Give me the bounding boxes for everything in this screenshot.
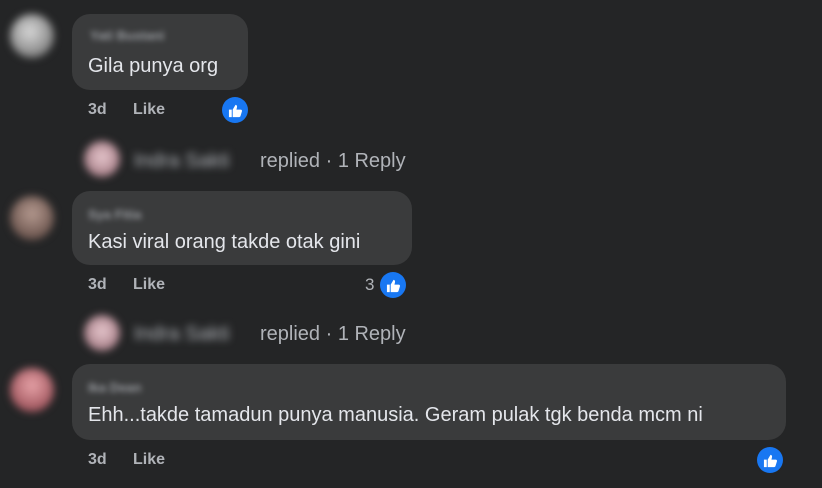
comment-time[interactable]: 3d <box>88 451 107 469</box>
comment-author[interactable]: Ika Dean <box>88 380 141 395</box>
comment-text: Kasi viral orang takde otak gini <box>88 231 361 253</box>
comment-time[interactable]: 3d <box>88 101 107 119</box>
replies-link[interactable]: replied · 1 Reply <box>260 323 406 346</box>
replies-link[interactable]: replied · 1 Reply <box>260 150 406 173</box>
comment-time[interactable]: 3d <box>88 276 107 294</box>
thumbs-up-glyph <box>228 104 242 117</box>
reaction-count[interactable]: 3 <box>365 275 374 295</box>
avatar[interactable] <box>10 196 54 240</box>
thumbs-up-glyph <box>386 279 400 292</box>
thumbs-up-icon[interactable] <box>757 447 783 473</box>
comment-author[interactable]: Sya Fitia <box>88 207 141 222</box>
thumbs-up-glyph <box>763 454 777 467</box>
avatar[interactable] <box>10 14 54 58</box>
like-button[interactable]: Like <box>133 451 165 469</box>
comment-bubble <box>72 364 786 440</box>
thumbs-up-icon[interactable] <box>380 272 406 298</box>
reply-avatar[interactable] <box>84 141 120 177</box>
avatar[interactable] <box>10 368 54 412</box>
comment-author[interactable]: Yati Bustani <box>90 28 164 43</box>
like-button[interactable]: Like <box>133 101 165 119</box>
comment-text: Gila punya org <box>88 55 219 77</box>
like-button[interactable]: Like <box>133 276 165 294</box>
reply-avatar[interactable] <box>84 315 120 351</box>
reply-author[interactable]: Indra Sakti <box>134 323 230 346</box>
reply-author[interactable]: Indra Sakti <box>134 150 230 173</box>
comment-bubble <box>72 14 248 90</box>
comment-text: Ehh...takde tamadun punya manusia. Geram… <box>88 404 703 426</box>
thumbs-up-icon[interactable] <box>222 97 248 123</box>
